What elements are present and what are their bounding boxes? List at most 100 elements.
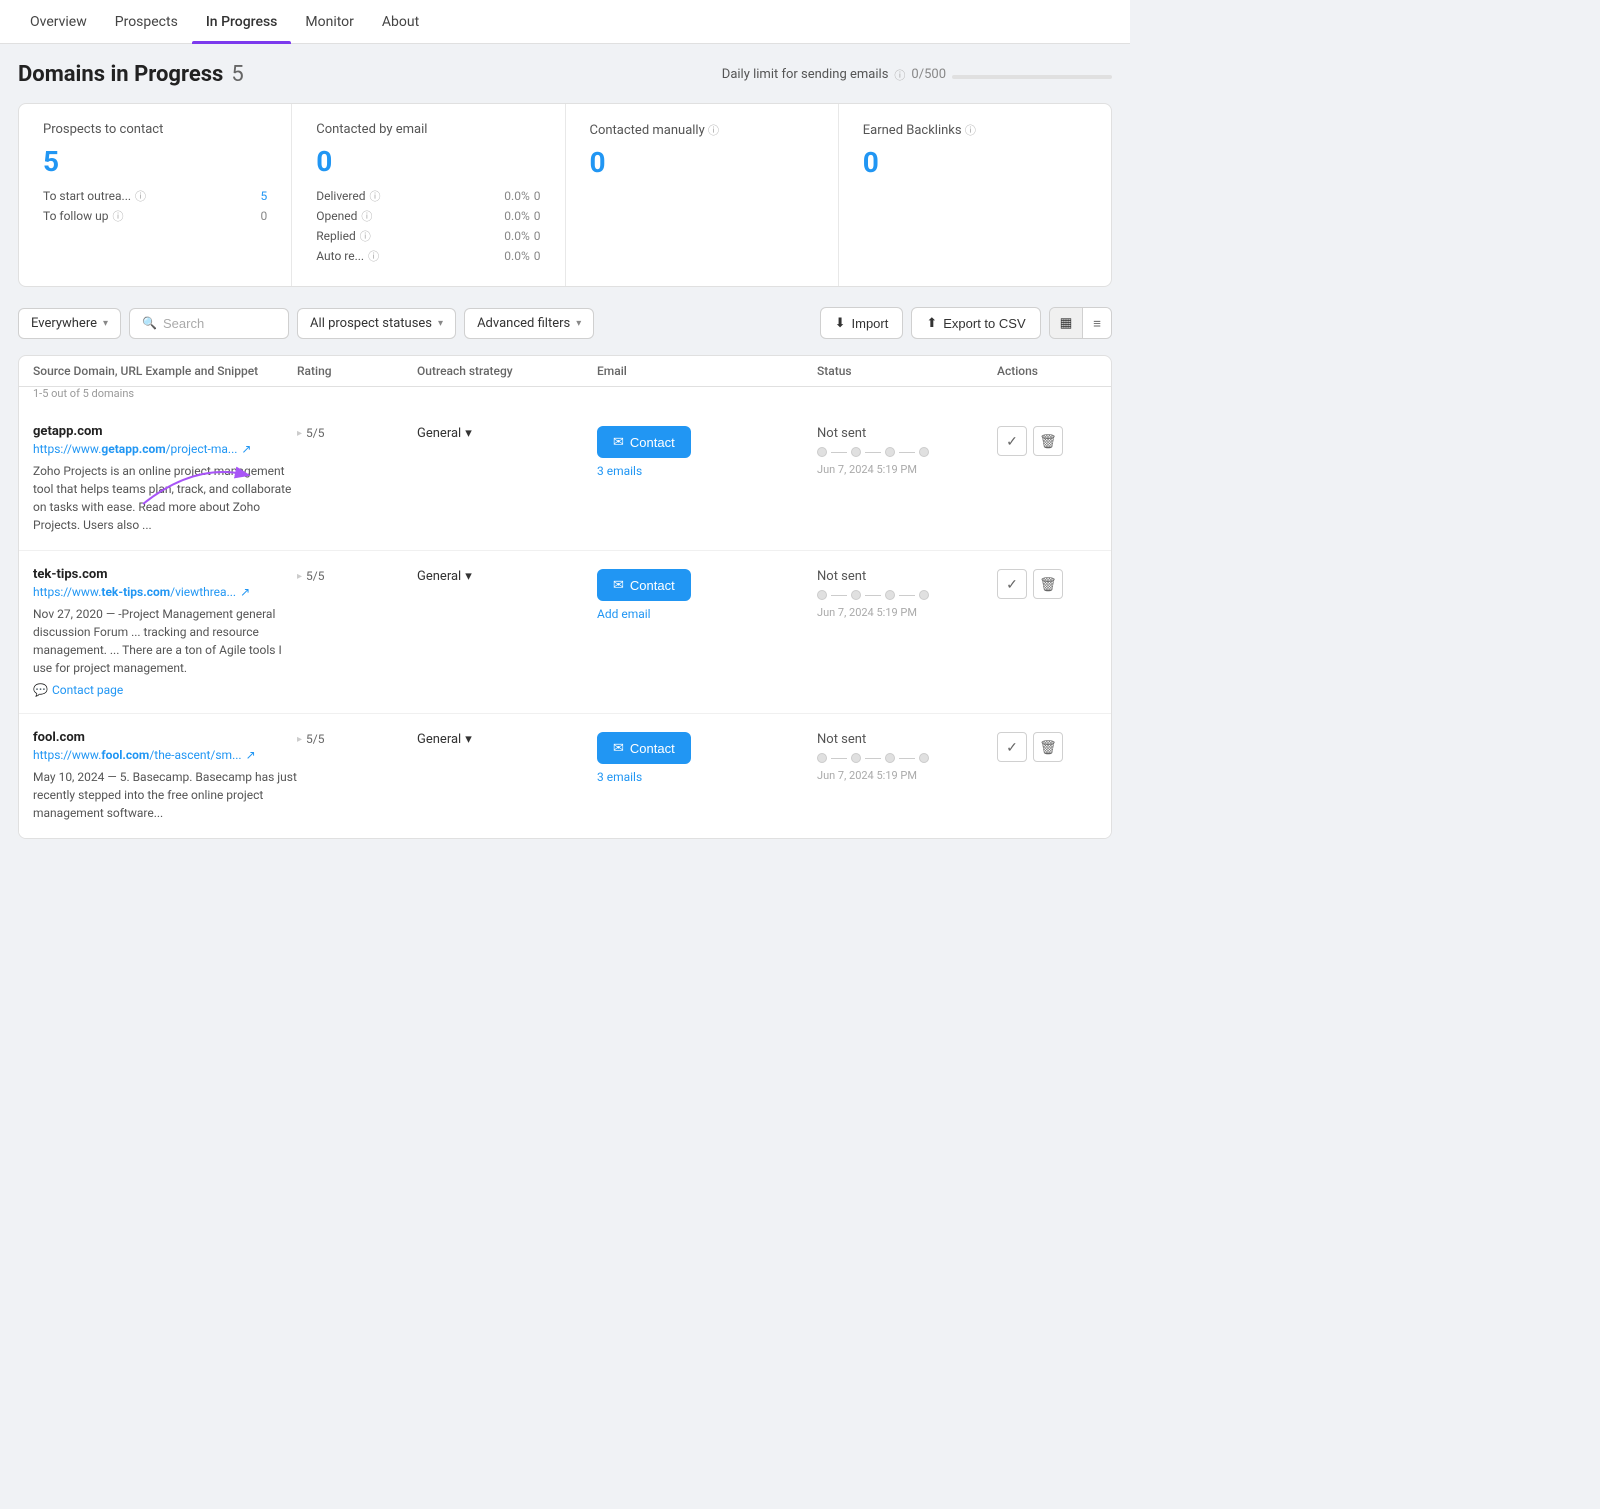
strategy-select-tektips[interactable]: General ▾	[417, 569, 472, 584]
advanced-filters[interactable]: Advanced filters ▾	[464, 308, 594, 339]
nav-item-prospects[interactable]: Prospects	[101, 0, 192, 44]
status-dot-3	[885, 753, 895, 763]
external-link-icon[interactable]: ↗	[241, 442, 251, 456]
rating-expand-icon-tektips[interactable]: ▸	[297, 571, 302, 582]
delivered-info[interactable]: ⓘ	[370, 188, 381, 204]
contacted-manually-info[interactable]: ⓘ	[708, 124, 719, 137]
actions-cell-fool: ✓ 🗑	[997, 730, 1097, 762]
status-dot-line-2	[865, 595, 881, 596]
auto-reply-num: 0	[534, 249, 541, 263]
domain-name-tektips: tek-tips.com	[33, 567, 297, 582]
nav-item-overview[interactable]: Overview	[16, 0, 101, 44]
col-email: Email	[597, 364, 817, 378]
status-dot-1	[817, 590, 827, 600]
search-input-wrap: 🔍	[129, 308, 289, 339]
contact-btn-label-fool: Contact	[630, 741, 675, 756]
daily-limit-progress-bar	[952, 75, 1112, 79]
to-start-val: 5	[261, 189, 268, 203]
list-view-button[interactable]: ≡	[1083, 308, 1111, 338]
contact-button-fool[interactable]: ✉ Contact	[597, 732, 691, 764]
status-date-tektips: Jun 7, 2024 5:19 PM	[817, 606, 997, 619]
to-start-outreach-row: To start outrea... ⓘ 5	[43, 188, 267, 204]
stats-earned-backlinks: Earned Backlinks ⓘ 0	[839, 104, 1111, 286]
search-input[interactable]	[163, 316, 276, 331]
page-header: Domains in Progress 5 Daily limit for se…	[18, 62, 1112, 87]
contacted-manually-label-text: Contacted manually	[590, 123, 705, 138]
stats-contacted-manually: Contacted manually ⓘ 0	[566, 104, 839, 286]
email-count-fool[interactable]: 3 emails	[597, 770, 642, 784]
to-follow-info[interactable]: ⓘ	[112, 208, 123, 224]
opened-info[interactable]: ⓘ	[361, 208, 372, 224]
to-start-info[interactable]: ⓘ	[135, 188, 146, 204]
earned-backlinks-info[interactable]: ⓘ	[965, 124, 976, 137]
strategy-fool: General ▾	[417, 730, 597, 747]
envelope-icon-tektips: ✉	[613, 577, 624, 593]
status-date-fool: Jun 7, 2024 5:19 PM	[817, 769, 997, 782]
auto-reply-pct: 0.0%	[504, 249, 529, 263]
status-dot-line-3	[899, 758, 915, 759]
daily-limit-info-icon[interactable]: ⓘ	[894, 67, 905, 83]
email-cell-getapp: ✉ Contact 3 emails	[597, 424, 817, 478]
col-strategy: Outreach strategy	[417, 364, 597, 378]
rating-expand-icon-fool[interactable]: ▸	[297, 734, 302, 745]
strategy-select-fool[interactable]: General ▾	[417, 732, 472, 747]
contacted-manually-label: Contacted manually ⓘ	[590, 122, 814, 138]
col-rating: Rating	[297, 364, 417, 378]
rating-expand-icon[interactable]: ▸	[297, 428, 302, 439]
import-button[interactable]: ⬇ Import	[820, 307, 904, 339]
status-cell-fool: Not sent Jun 7, 2024 5:19 PM	[817, 730, 997, 782]
advanced-filters-label: Advanced filters	[477, 316, 570, 331]
domain-url-getapp: https://www.getapp.com/project-ma... ↗	[33, 442, 297, 456]
nav-item-monitor[interactable]: Monitor	[291, 0, 368, 44]
status-cell-getapp: Not sent Jun 7, 2024 5:19 PM	[817, 424, 997, 476]
contacted-email-value: 0	[316, 145, 540, 178]
status-chevron-icon: ▾	[438, 318, 443, 329]
status-filter-label: All prospect statuses	[310, 316, 432, 331]
table-row: getapp.com https://www.getapp.com/projec…	[19, 408, 1111, 551]
status-dot-1	[817, 753, 827, 763]
add-email-tektips[interactable]: Add email	[597, 607, 651, 621]
status-dot-line-3	[899, 595, 915, 596]
contact-button-tektips[interactable]: ✉ Contact	[597, 569, 691, 601]
domain-url-tektips: https://www.tek-tips.com/viewthrea... ↗	[33, 585, 297, 599]
delete-action-fool[interactable]: 🗑	[1033, 732, 1063, 762]
contacted-manually-value: 0	[590, 146, 814, 179]
export-button[interactable]: ⬆ Export to CSV	[911, 307, 1040, 339]
rating-getapp: ▸ 5/5	[297, 424, 417, 440]
domain-url-fool: https://www.fool.com/the-ascent/sm... ↗	[33, 748, 297, 762]
status-filter[interactable]: All prospect statuses ▾	[297, 308, 456, 339]
auto-reply-info[interactable]: ⓘ	[368, 248, 379, 264]
status-dot-4	[919, 447, 929, 457]
search-icon: 🔍	[142, 316, 157, 330]
strategy-select-getapp[interactable]: General ▾	[417, 426, 472, 441]
contact-page-link-tektips[interactable]: 💬 Contact page	[33, 683, 297, 697]
check-action-getapp[interactable]: ✓	[997, 426, 1027, 456]
page-title-text: Domains in Progress	[18, 62, 223, 87]
domain-info-getapp: getapp.com https://www.getapp.com/projec…	[33, 424, 297, 534]
delete-action-getapp[interactable]: 🗑	[1033, 426, 1063, 456]
nav-item-about[interactable]: About	[368, 0, 433, 44]
email-count-getapp[interactable]: 3 emails	[597, 464, 642, 478]
table-header-row: Source Domain, URL Example and Snippet R…	[19, 356, 1111, 387]
contact-button-getapp[interactable]: ✉ Contact	[597, 426, 691, 458]
envelope-icon-fool: ✉	[613, 740, 624, 756]
col-actions: Actions	[997, 364, 1097, 378]
daily-limit-section: Daily limit for sending emails ⓘ 0/500	[722, 67, 1112, 83]
stats-prospects-to-contact: Prospects to contact 5 To start outrea..…	[19, 104, 292, 286]
opened-label: Opened	[316, 209, 357, 223]
strategy-label-getapp: General	[417, 426, 461, 441]
replied-info[interactable]: ⓘ	[360, 228, 371, 244]
check-action-fool[interactable]: ✓	[997, 732, 1027, 762]
delivered-row: Delivered ⓘ 0.0% 0	[316, 188, 540, 204]
status-date-getapp: Jun 7, 2024 5:19 PM	[817, 463, 997, 476]
advanced-filters-chevron-icon: ▾	[576, 318, 581, 329]
status-dot-3	[885, 590, 895, 600]
location-filter[interactable]: Everywhere ▾	[18, 308, 121, 339]
grid-view-button[interactable]: ▦	[1050, 308, 1084, 338]
delete-action-tektips[interactable]: 🗑	[1033, 569, 1063, 599]
location-chevron-icon: ▾	[103, 318, 108, 329]
check-action-tektips[interactable]: ✓	[997, 569, 1027, 599]
external-link-icon-tektips[interactable]: ↗	[240, 585, 250, 599]
external-link-icon-fool[interactable]: ↗	[246, 748, 256, 762]
nav-item-in-progress[interactable]: In Progress	[192, 0, 292, 44]
